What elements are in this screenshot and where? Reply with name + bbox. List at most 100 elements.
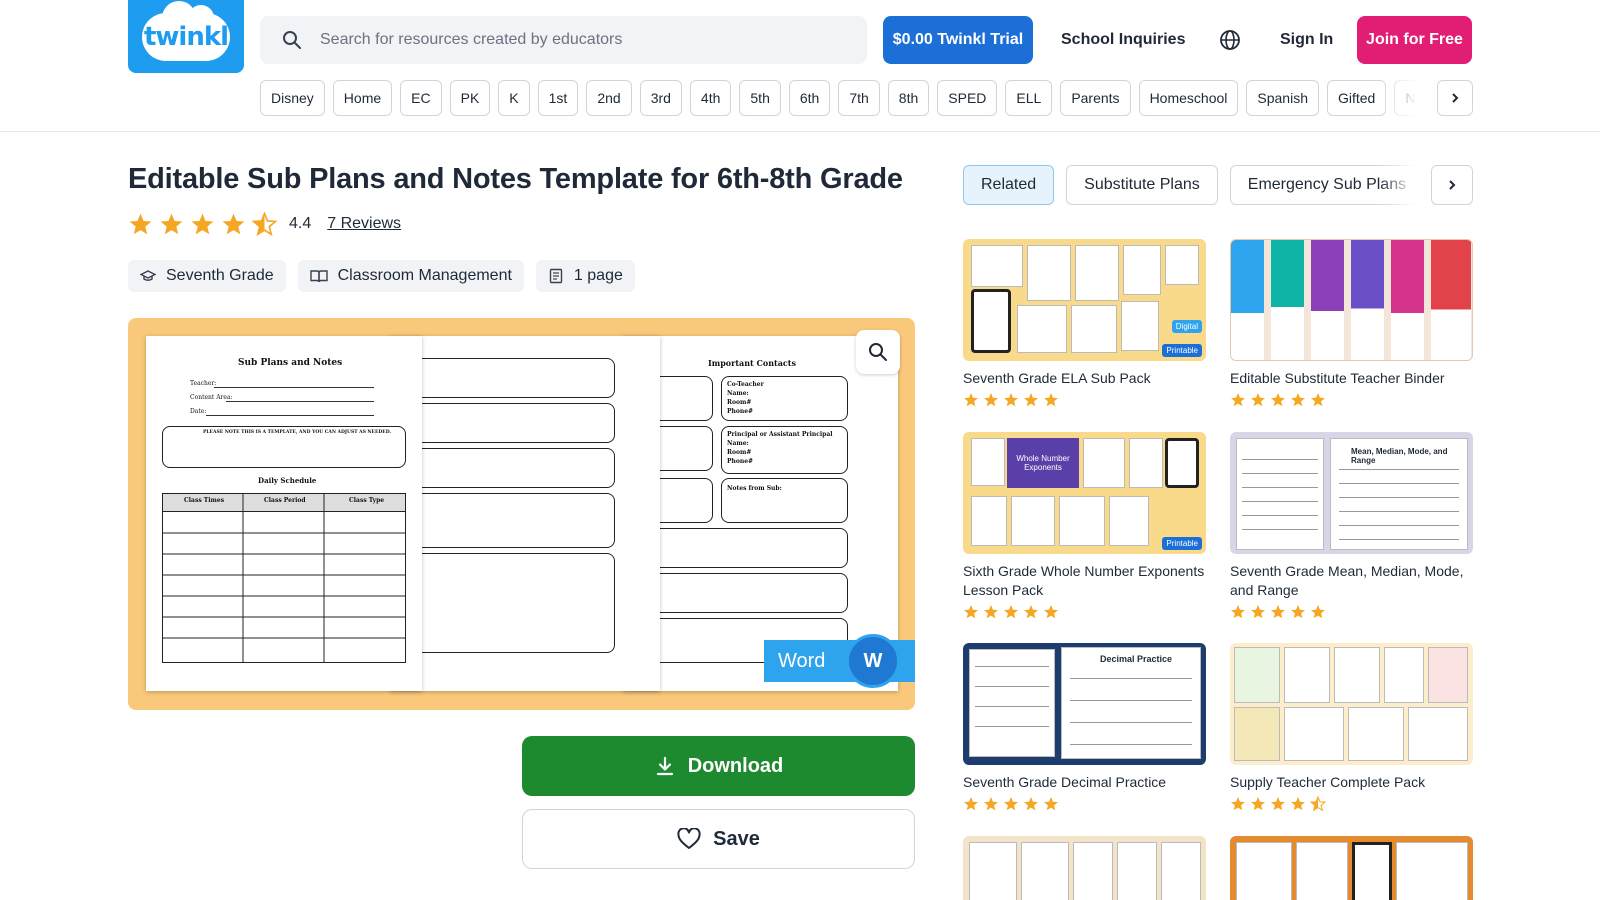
- notes-from-sub-label: Notes from Sub:: [727, 485, 782, 492]
- graduation-cap-icon: [140, 270, 156, 281]
- search-bar[interactable]: [260, 16, 867, 64]
- chip-parents[interactable]: Parents: [1060, 80, 1131, 116]
- document-icon: [549, 268, 563, 284]
- magnifier-icon: [869, 343, 887, 361]
- star-filled-icon: [963, 796, 979, 812]
- star-half-icon: [1310, 796, 1326, 812]
- twinkl-trial-button[interactable]: $0.00 Twinkl Trial: [883, 16, 1033, 64]
- sign-in-link[interactable]: Sign In: [1280, 16, 1333, 64]
- star-filled-icon: [1250, 392, 1266, 408]
- chip-homeschool[interactable]: Homeschool: [1138, 80, 1239, 116]
- grade-filter-chips: Disney Home EC PK K 1st 2nd 3rd 4th 5th 6th 7th 8th S…: [260, 80, 1440, 116]
- school-inquiries-link[interactable]: School Inquiries: [1061, 16, 1185, 64]
- card-thumbnail[interactable]: [963, 836, 1206, 900]
- card-thumbnail[interactable]: Digital Printable: [963, 239, 1206, 361]
- tab-related[interactable]: Related: [963, 165, 1055, 205]
- related-card-partial[interactable]: [963, 836, 1206, 900]
- related-tabs-next-button[interactable]: [1431, 165, 1473, 205]
- star-filled-icon: [1270, 392, 1286, 408]
- related-card-partial[interactable]: [1230, 836, 1473, 900]
- chip-1st[interactable]: 1st: [537, 80, 579, 116]
- star-filled-icon: [983, 796, 999, 812]
- chip-gifted[interactable]: Gifted: [1326, 80, 1387, 116]
- card-thumbnail[interactable]: [1230, 836, 1473, 900]
- related-card[interactable]: Mean, Median, Mode, and Range Seventh Gr…: [1230, 432, 1473, 620]
- chip-6th[interactable]: 6th: [788, 80, 831, 116]
- star-filled-icon: [159, 212, 184, 237]
- card-thumbnail[interactable]: [1230, 643, 1473, 765]
- exponents-title-slide: Whole Number Exponents: [1007, 438, 1079, 488]
- star-filled-icon: [983, 392, 999, 408]
- tag-grade[interactable]: Seventh Grade: [128, 260, 286, 292]
- card-thumbnail[interactable]: Whole Number Exponents Printable: [963, 432, 1206, 554]
- chip-k[interactable]: K: [498, 80, 530, 116]
- chip-5th[interactable]: 5th: [739, 80, 781, 116]
- chip-7th[interactable]: 7th: [838, 80, 880, 116]
- related-card[interactable]: Decimal Practice Seventh Grade Decimal P…: [963, 643, 1206, 812]
- tag-category-label: Classroom Management: [337, 267, 512, 284]
- card-thumbnail[interactable]: Mean, Median, Mode, and Range: [1230, 432, 1473, 554]
- chip-ec[interactable]: EC: [400, 80, 442, 116]
- mean-median-heading: Mean, Median, Mode, and Range: [1351, 447, 1448, 465]
- star-filled-icon: [1290, 392, 1306, 408]
- preview-zoom-button[interactable]: [856, 330, 900, 374]
- chip-8th[interactable]: 8th: [887, 80, 930, 116]
- content-area-label: Content Area:: [190, 394, 233, 401]
- star-filled-icon: [963, 392, 979, 408]
- chip-spanish[interactable]: Spanish: [1246, 80, 1319, 116]
- chevron-right-icon: [1449, 180, 1456, 190]
- twinkl-logo[interactable]: twinkl: [128, 0, 244, 73]
- resource-preview[interactable]: Important Contacts Co-Teacher Name: Room…: [128, 318, 915, 710]
- search-input[interactable]: [320, 31, 840, 49]
- teacher-label: Teacher:: [190, 380, 217, 387]
- card-title[interactable]: Seventh Grade Mean, Median, Mode, and Ra…: [1230, 562, 1473, 600]
- card-title[interactable]: Sixth Grade Whole Number Exponents Lesso…: [963, 562, 1206, 600]
- chip-4th[interactable]: 4th: [689, 80, 732, 116]
- save-button[interactable]: Save: [522, 809, 915, 869]
- search-icon[interactable]: [272, 30, 312, 50]
- site-header: twinkl $0.00 Twinkl Trial School Inquiri…: [0, 0, 1600, 132]
- chip-pk[interactable]: PK: [449, 80, 491, 116]
- tag-category[interactable]: Classroom Management: [297, 260, 524, 292]
- related-card[interactable]: Whole Number Exponents Printable Sixth G…: [963, 432, 1206, 620]
- related-tabs-fade: [1380, 165, 1430, 205]
- related-card[interactable]: Digital Printable Seventh Grade ELA Sub …: [963, 239, 1206, 408]
- card-thumbnail[interactable]: [1230, 239, 1473, 361]
- related-card[interactable]: Editable Substitute Teacher Binder: [1230, 239, 1473, 408]
- reviews-link[interactable]: 7 Reviews: [327, 215, 401, 233]
- download-icon: [656, 756, 673, 776]
- star-filled-icon: [1250, 604, 1266, 620]
- chip-2nd[interactable]: 2nd: [586, 80, 632, 116]
- digital-badge: Digital: [1171, 320, 1202, 333]
- tag-grade-label: Seventh Grade: [166, 267, 274, 284]
- star-filled-icon: [1270, 796, 1286, 812]
- logo-text: twinkl: [143, 21, 229, 52]
- star-filled-icon: [1023, 604, 1039, 620]
- star-filled-icon: [1003, 796, 1019, 812]
- globe-icon[interactable]: [1216, 26, 1244, 54]
- tab-substitute-plans[interactable]: Substitute Plans: [1066, 165, 1218, 205]
- star-filled-icon: [1310, 604, 1326, 620]
- card-title[interactable]: Editable Substitute Teacher Binder: [1230, 369, 1473, 388]
- printable-badge: Printable: [1162, 537, 1202, 550]
- card-title[interactable]: Seventh Grade Decimal Practice: [963, 773, 1206, 792]
- chip-home[interactable]: Home: [332, 80, 393, 116]
- chip-3rd[interactable]: 3rd: [639, 80, 682, 116]
- join-for-free-button[interactable]: Join for Free: [1357, 16, 1472, 64]
- preview-page-1: Sub Plans and Notes Teacher: Content Are…: [146, 336, 422, 691]
- card-thumbnail[interactable]: Decimal Practice: [963, 643, 1206, 765]
- card-stars: [1230, 604, 1473, 620]
- star-filled-icon: [1043, 392, 1059, 408]
- download-button[interactable]: Download: [522, 736, 915, 796]
- card-title[interactable]: Supply Teacher Complete Pack: [1230, 773, 1473, 792]
- related-card[interactable]: Supply Teacher Complete Pack: [1230, 643, 1473, 812]
- chip-ell[interactable]: ELL: [1005, 80, 1053, 116]
- chips-next-button[interactable]: [1437, 80, 1473, 116]
- notice-box: PLEASE NOTE THIS IS A TEMPLATE, AND YOU …: [162, 426, 406, 468]
- card-title[interactable]: Seventh Grade ELA Sub Pack: [963, 369, 1206, 388]
- star-filled-icon: [1290, 796, 1306, 812]
- star-filled-icon: [128, 212, 153, 237]
- chip-disney[interactable]: Disney: [260, 80, 325, 116]
- chip-sped[interactable]: SPED: [937, 80, 998, 116]
- content-area-line: [226, 401, 374, 402]
